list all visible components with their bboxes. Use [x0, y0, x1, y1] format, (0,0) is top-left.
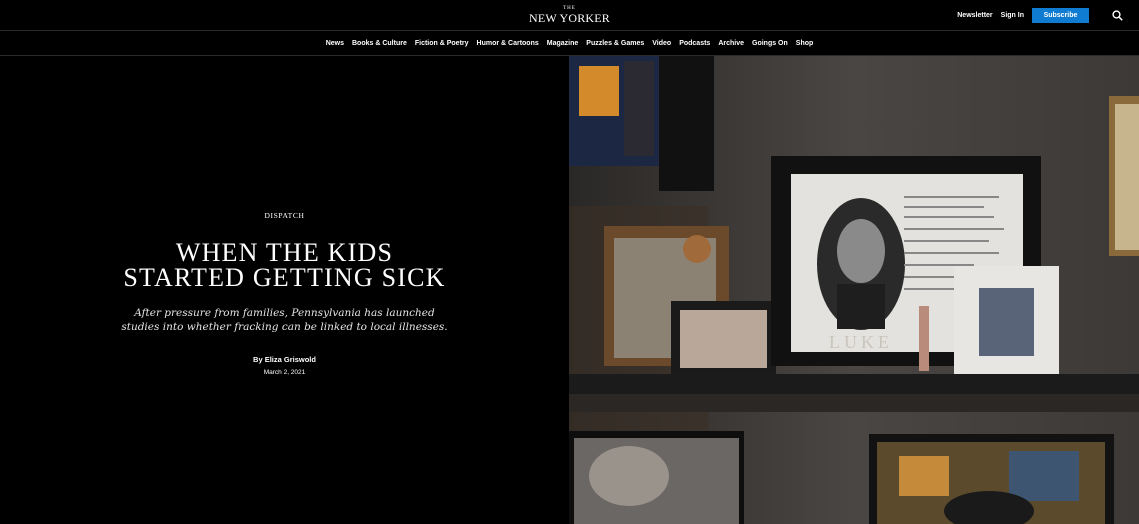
top-links: Newsletter Sign In Subscribe — [957, 7, 1123, 23]
article-headline: WHEN THE KIDS STARTED GETTING SICK — [0, 240, 569, 292]
nav-item-archive[interactable]: Archive — [718, 40, 744, 47]
dek-line-1: After pressure from families, Pennsylvan… — [134, 307, 435, 319]
article-rubric[interactable]: DISPATCH — [0, 211, 569, 220]
nav-item-shop[interactable]: Shop — [796, 40, 814, 47]
dek-line-2: studies into whether fracking can be lin… — [121, 321, 448, 333]
article-date: March 2, 2021 — [263, 369, 306, 376]
nav-item-humor-cartoons[interactable]: Humor & Cartoons — [477, 40, 539, 47]
sign-in-link[interactable]: Sign In — [1001, 12, 1024, 19]
nav-item-books-culture[interactable]: Books & Culture — [352, 40, 407, 47]
newsletter-link[interactable]: Newsletter — [957, 12, 992, 19]
headline-line-2: STARTED GETTING SICK — [123, 263, 446, 292]
top-bar: THE NEW YORKER Newsletter Sign In Subscr… — [0, 0, 1139, 31]
photo-nameplate: LUKE — [829, 332, 893, 352]
nav-item-video[interactable]: Video — [652, 40, 671, 47]
nav-item-fiction-poetry[interactable]: Fiction & Poetry — [415, 40, 469, 47]
main-nav: News Books & Culture Fiction & Poetry Hu… — [0, 31, 1139, 55]
hero-photo-illustration: LUKE — [569, 56, 1139, 524]
nav-item-puzzles-games[interactable]: Puzzles & Games — [586, 40, 644, 47]
search-icon[interactable] — [1112, 9, 1123, 21]
nav-item-news[interactable]: News — [326, 40, 344, 47]
nav-item-podcasts[interactable]: Podcasts — [679, 40, 710, 47]
article-hero-text: DISPATCH WHEN THE KIDS STARTED GETTING S… — [0, 56, 569, 524]
nav-item-magazine[interactable]: Magazine — [547, 40, 579, 47]
hero-photo: LUKE — [569, 56, 1139, 524]
subscribe-button[interactable]: Subscribe — [1032, 7, 1089, 23]
article-byline[interactable]: By Eliza Griswold — [0, 355, 569, 364]
article-dek: After pressure from families, Pennsylvan… — [0, 306, 569, 334]
nav-item-goings-on[interactable]: Goings On — [752, 40, 788, 47]
